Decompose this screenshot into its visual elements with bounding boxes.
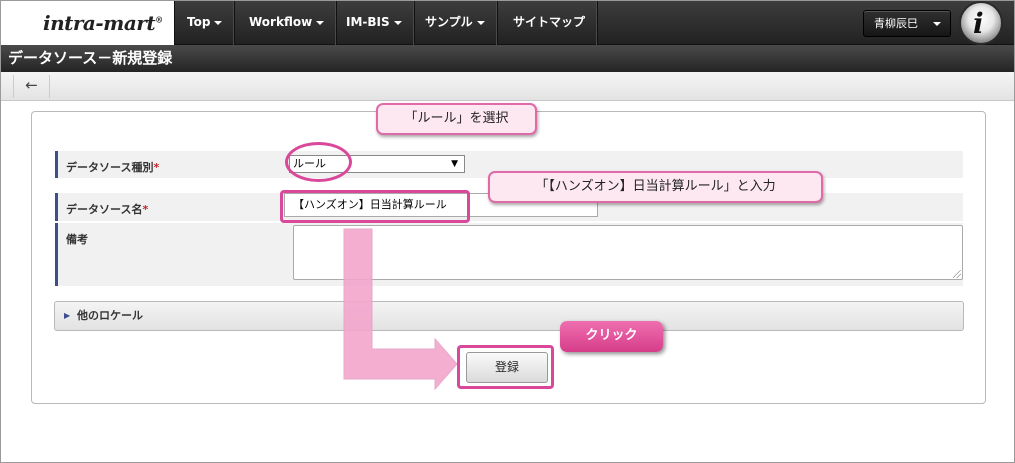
note-textarea[interactable]	[293, 225, 963, 280]
chevron-down-icon	[393, 20, 402, 25]
user-menu-button[interactable]: 青柳辰巳	[863, 10, 951, 37]
back-button[interactable]: ←	[13, 75, 50, 98]
logo-text: intra-mart®	[43, 11, 163, 35]
nav-item-sample[interactable]: サンプル	[413, 1, 498, 45]
select-callout: 「ルール」を選択	[376, 103, 537, 135]
nav-item-workflow[interactable]: Workflow	[237, 1, 338, 45]
chevron-down-icon	[316, 20, 325, 25]
user-avatar-icon[interactable]: i	[959, 1, 1003, 45]
screenshot-frame: intra-mart® Top Workflow IM-BIS サンプル サイト…	[0, 0, 1015, 463]
nav-item-im-bis[interactable]: IM-BIS	[334, 1, 415, 45]
button-highlight	[457, 345, 554, 389]
nav-item-top[interactable]: Top	[175, 1, 236, 45]
global-nav: intra-mart® Top Workflow IM-BIS サンプル サイト…	[1, 1, 1014, 45]
note-label: 備考	[55, 223, 285, 286]
other-locale-toggle[interactable]: ▶ 他のロケール	[54, 301, 964, 331]
resize-grip-icon[interactable]	[953, 270, 961, 278]
triangle-right-icon: ▶	[64, 311, 71, 320]
page-toolbar: ←	[1, 72, 1014, 101]
select-highlight	[285, 142, 352, 182]
app-logo[interactable]: intra-mart®	[1, 1, 175, 45]
chevron-down-icon	[476, 20, 485, 25]
arrow-left-icon: ←	[25, 76, 38, 94]
chevron-down-icon	[214, 20, 223, 25]
nav-item-sitemap[interactable]: サイトマップ	[501, 1, 599, 45]
chevron-down-icon	[933, 22, 941, 26]
page-title: データソース－新規登録	[1, 45, 1014, 72]
type-label: データソース種別*	[55, 151, 285, 178]
click-callout: クリック	[560, 321, 663, 352]
caret-down-icon: ▼	[451, 159, 458, 169]
input-callout: 「【ハンズオン】日当計算ルール」と入力	[488, 171, 823, 203]
input-highlight	[280, 190, 470, 223]
name-label: データソース名*	[55, 193, 285, 221]
